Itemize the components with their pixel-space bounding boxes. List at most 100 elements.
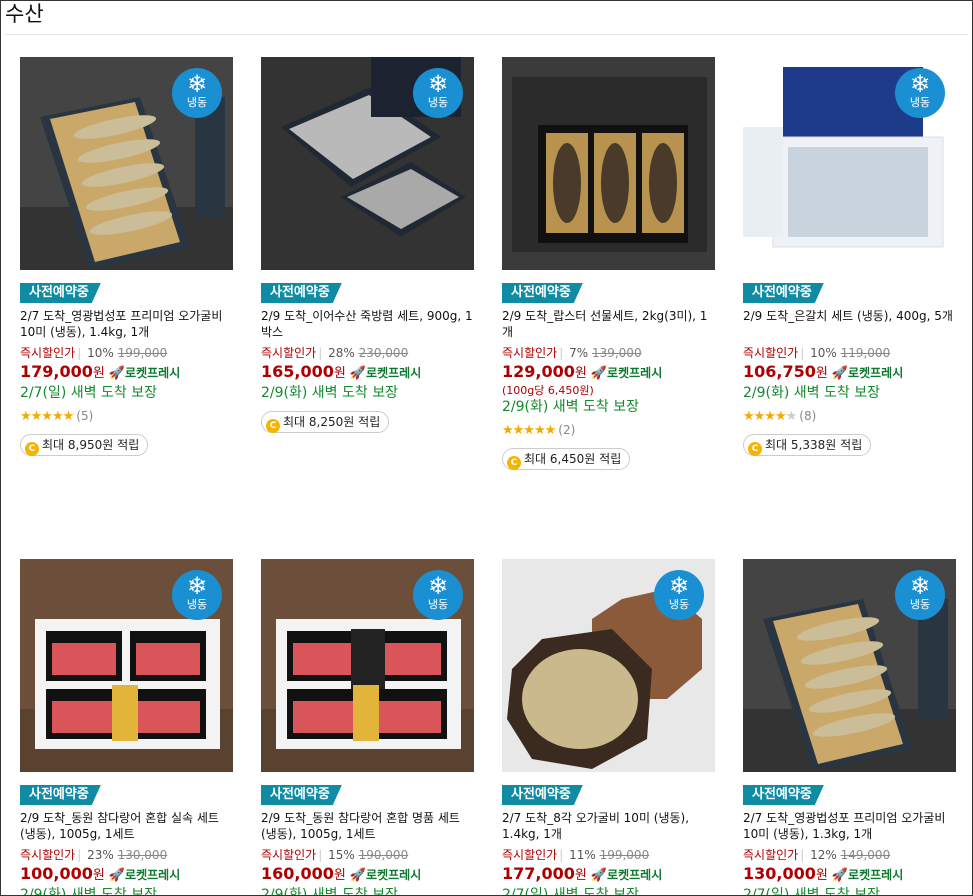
product-image[interactable]: ❄ 냉동 bbox=[502, 559, 715, 772]
delivery-promise: 2/9(화) 새벽 도착 보장 bbox=[261, 887, 398, 896]
product-name[interactable]: 2/7 도착_8각 오가굴비 10미 (냉동), 1.4kg, 1개 bbox=[502, 810, 715, 843]
product-image[interactable]: ❄ 냉동 bbox=[261, 57, 474, 270]
lobster-box-icon bbox=[502, 57, 715, 270]
price-row: 160,000원 🚀로켓프레시 bbox=[261, 864, 422, 883]
star-rating: ★★★★★ bbox=[20, 409, 74, 424]
sale-price: 160,000 bbox=[261, 864, 334, 883]
price-row: 106,750원 🚀로켓프레시 bbox=[743, 362, 904, 381]
product-card[interactable]: ❄ 냉동 사전예약중 2/7 도착_영광법성포 프리미엄 오가굴비 10미 (냉동),… bbox=[743, 559, 956, 896]
snowflake-icon: ❄ bbox=[909, 70, 931, 98]
reward-badge: C 최대 8,250원 적립 bbox=[261, 411, 390, 433]
snowflake-icon: ❄ bbox=[186, 572, 208, 600]
product-card[interactable]: ❄ 냉동사전예약중 2/9 도착_동원 참다랑어 혼합 명품 세트 (냉동), 10… bbox=[261, 559, 474, 896]
original-price: 199,000 bbox=[599, 848, 650, 862]
coin-icon: C bbox=[748, 442, 762, 456]
rocket-fresh-label: 로켓프레시 bbox=[848, 868, 904, 882]
frozen-badge: ❄ 냉동 bbox=[895, 570, 945, 620]
rocket-fresh-label: 로켓프레시 bbox=[125, 868, 181, 882]
discount-rate: 12% bbox=[810, 848, 837, 862]
product-image[interactable]: ❄ 냉동 bbox=[743, 559, 956, 772]
frozen-badge: ❄ 냉동 bbox=[172, 570, 222, 620]
product-name[interactable]: 2/9 도착_동원 참다랑어 혼합 명품 세트 (냉동), 1005g, 1세트 bbox=[261, 810, 474, 843]
product-card[interactable]: ❄ 냉동 사전예약중 2/9 도착_은갈치 세트 (냉동), 400g, 5개 즉시할인… bbox=[743, 57, 956, 456]
divider: | bbox=[559, 848, 564, 862]
product-image[interactable] bbox=[502, 57, 715, 270]
sale-price: 106,750 bbox=[743, 362, 816, 381]
discount-row: 즉시할인가 | 12% 149,000 bbox=[743, 848, 891, 862]
original-price: 119,000 bbox=[840, 346, 891, 360]
rating-row[interactable]: ★★★★★ (8) bbox=[743, 408, 956, 425]
divider: | bbox=[77, 848, 82, 862]
sale-price: 165,000 bbox=[261, 362, 334, 381]
star-rating: ★★★★★ bbox=[743, 409, 797, 424]
rocket-icon: 🚀 bbox=[108, 366, 126, 381]
reward-badge: C 최대 8,950원 적립 bbox=[20, 434, 149, 456]
original-price: 139,000 bbox=[591, 346, 642, 360]
preorder-tag: 사전예약중 bbox=[502, 283, 583, 303]
original-price: 190,000 bbox=[358, 848, 409, 862]
product-image[interactable]: ❄ 냉동 bbox=[743, 57, 956, 270]
preorder-tag: 사전예약중 bbox=[743, 283, 824, 303]
discount-row: 즉시할인가 | 10% 199,000 bbox=[20, 346, 168, 360]
delivery-promise: 2/9(화) 새벽 도착 보장 bbox=[261, 385, 398, 401]
discount-row: 즉시할인가 | 15% 190,000 bbox=[261, 848, 409, 862]
frozen-badge: ❄ 냉동 bbox=[895, 68, 945, 118]
product-card[interactable]: ❄ 냉동 사전예약중 2/7 도착_8각 오가굴비 10미 (냉동), 1.4kg, … bbox=[502, 559, 715, 896]
product-card[interactable]: ❄ 냉동 사전예약중 2/7 도착_영광법성포 프리미엄 오가굴비 10미 (냉동),… bbox=[20, 57, 233, 456]
delivery-promise: 2/7(일) 새벽 도착 보장 bbox=[743, 887, 880, 896]
rocket-icon: 🚀 bbox=[349, 366, 367, 381]
unit-price: (100g당 6,450원) bbox=[502, 384, 594, 397]
reward-amount: 6,450원 bbox=[549, 452, 596, 466]
divider: | bbox=[800, 848, 805, 862]
preorder-tag: 사전예약중 bbox=[20, 785, 101, 805]
delivery-promise: 2/9(화) 새벽 도착 보장 bbox=[743, 385, 880, 401]
discount-rate: 23% bbox=[87, 848, 114, 862]
rocket-fresh-label: 로켓프레시 bbox=[366, 366, 422, 380]
star-rating: ★★★★★ bbox=[502, 423, 556, 438]
reward-amount: 8,250원 bbox=[308, 415, 355, 429]
product-image[interactable]: ❄ 냉동 bbox=[20, 57, 233, 270]
product-name[interactable]: 2/9 도착_랍스터 선물세트, 2kg(3미), 1개 bbox=[502, 308, 715, 341]
frozen-badge: ❄ 냉동 bbox=[654, 570, 704, 620]
sale-price: 129,000 bbox=[502, 362, 575, 381]
product-card[interactable]: ❄ 냉동 사전예약중 2/9 도착_이어수산 죽방렴 세트, 900g, 1박스 즉시할… bbox=[261, 57, 474, 433]
discount-rate: 10% bbox=[810, 346, 837, 360]
reward-badge: C 최대 6,450원 적립 bbox=[502, 448, 631, 470]
product-name[interactable]: 2/9 도착_동원 참다랑어 혼합 실속 세트 (냉동), 1005g, 1세트 bbox=[20, 810, 233, 843]
delivery-promise: 2/9(화) 새벽 도착 보장 bbox=[502, 399, 639, 415]
rating-row[interactable]: ★★★★★ (2) bbox=[502, 422, 715, 439]
product-card[interactable]: 사전예약중 2/9 도착_랍스터 선물세트, 2kg(3미), 1개즉시할인가 | … bbox=[502, 57, 715, 470]
divider: | bbox=[318, 346, 323, 360]
product-image[interactable]: ❄ 냉동 bbox=[261, 559, 474, 772]
delivery-promise: 2/7(일) 새벽 도착 보장 bbox=[502, 887, 639, 896]
product-name[interactable]: 2/9 도착_이어수산 죽방렴 세트, 900g, 1박스 bbox=[261, 308, 474, 341]
snowflake-icon: ❄ bbox=[427, 70, 449, 98]
discount-row: 즉시할인가 | 7% 139,000 bbox=[502, 346, 642, 360]
snowflake-icon: ❄ bbox=[427, 572, 449, 600]
rocket-icon: 🚀 bbox=[590, 366, 608, 381]
preorder-tag: 사전예약중 bbox=[261, 785, 342, 805]
product-name[interactable]: 2/7 도착_영광법성포 프리미엄 오가굴비 10미 (냉동), 1.4kg, … bbox=[20, 308, 233, 341]
snowflake-icon: ❄ bbox=[668, 572, 690, 600]
rocket-fresh-label: 로켓프레시 bbox=[848, 366, 904, 380]
original-price: 130,000 bbox=[117, 848, 168, 862]
divider: | bbox=[800, 346, 805, 360]
product-card[interactable]: ❄ 냉동사전예약중 2/9 도착_동원 참다랑어 혼합 실속 세트 (냉동), 10… bbox=[20, 559, 233, 896]
rating-row[interactable]: ★★★★★ (5) bbox=[20, 408, 233, 425]
sale-price: 177,000 bbox=[502, 864, 575, 883]
product-image[interactable]: ❄ 냉동 bbox=[20, 559, 233, 772]
product-section: 수산 ❄ 냉동 사전예약중 2/7 도착_영광법성포 프리미엄 오가굴비 10미 (냉… bbox=[0, 0, 973, 896]
delivery-promise: 2/9(화) 새벽 도착 보장 bbox=[20, 887, 157, 896]
frozen-badge: ❄ 냉동 bbox=[413, 570, 463, 620]
preorder-tag: 사전예약중 bbox=[261, 283, 342, 303]
reward-amount: 8,950원 bbox=[67, 438, 114, 452]
discount-row: 즉시할인가 | 11% 199,000 bbox=[502, 848, 650, 862]
product-name[interactable]: 2/7 도착_영광법성포 프리미엄 오가굴비 10미 (냉동), 1.3kg, … bbox=[743, 810, 956, 843]
divider: | bbox=[559, 346, 564, 360]
product-name[interactable]: 2/9 도착_은갈치 세트 (냉동), 400g, 5개 bbox=[743, 308, 956, 341]
frozen-badge: ❄ 냉동 bbox=[413, 68, 463, 118]
review-count: (8) bbox=[799, 409, 817, 423]
rocket-fresh-label: 로켓프레시 bbox=[125, 366, 181, 380]
snowflake-icon: ❄ bbox=[186, 70, 208, 98]
rocket-icon: 🚀 bbox=[108, 868, 126, 883]
